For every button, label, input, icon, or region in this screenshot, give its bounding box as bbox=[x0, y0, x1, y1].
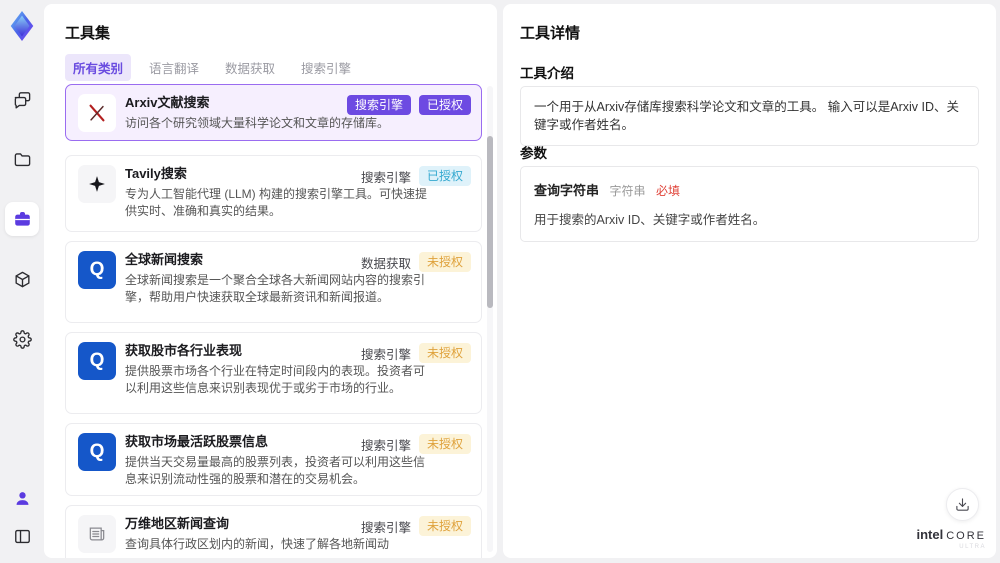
params-heading: 参数 bbox=[520, 146, 547, 161]
tool-description: 全球新闻搜索是一个聚合全球各大新闻网站内容的搜索引擎，帮助用户快速获取全球最新资… bbox=[125, 273, 426, 304]
app-logo-icon bbox=[10, 10, 34, 42]
collapse-panel-button[interactable] bbox=[13, 527, 32, 551]
param-row: 查询字符串 字符串 必填 用于搜索的Arxiv ID、关键字或作者姓名。 bbox=[534, 180, 965, 228]
scrollbar-thumb[interactable] bbox=[487, 136, 493, 308]
auth-status-badge: 未授权 bbox=[418, 343, 471, 363]
param-type: 字符串 bbox=[609, 184, 646, 198]
tool-card-regional-news[interactable]: 万维地区新闻查询 查询具体行政区划内的新闻，快速了解各地新闻动 搜索引擎 未授权 bbox=[65, 505, 482, 558]
left-rail bbox=[0, 0, 44, 563]
param-box: 查询字符串 字符串 必填 用于搜索的Arxiv ID、关键字或作者姓名。 bbox=[520, 166, 979, 242]
page-title: 工具集 bbox=[65, 25, 111, 42]
category-label: 搜索引擎 bbox=[360, 520, 411, 535]
category-label: 搜索引擎 bbox=[360, 347, 411, 362]
param-name: 查询字符串 bbox=[534, 183, 600, 198]
tool-detail-panel: 工具详情 工具介绍 一个用于从Arxiv存储库搜索科学论文和文章的工具。 输入可… bbox=[503, 4, 996, 558]
sidebar-item-packages[interactable] bbox=[5, 262, 39, 296]
q-app-icon: Q bbox=[78, 251, 116, 289]
core-brand-text: CORE bbox=[946, 530, 986, 542]
q-app-icon: Q bbox=[78, 433, 116, 471]
category-label: 数据获取 bbox=[360, 256, 411, 271]
detail-title: 工具详情 bbox=[520, 25, 581, 42]
category-tabs: 所有类别 语言翻译 数据获取 搜索引擎 bbox=[65, 54, 359, 81]
tab-language-translation[interactable]: 语言翻译 bbox=[141, 54, 207, 81]
q-app-icon: Q bbox=[78, 342, 116, 380]
tool-list: Arxiv文献搜索 访问各个研究领域大量科学论文和文章的存储库。 搜索引擎 已授… bbox=[65, 84, 482, 558]
tool-description: 提供股票市场各个行业在特定时间段内的表现。投资者可以利用这些信息来识别表现优于或… bbox=[125, 364, 426, 395]
tool-card-sector-performance[interactable]: Q 获取股市各行业表现 提供股票市场各个行业在特定时间段内的表现。投资者可以利用… bbox=[65, 332, 482, 414]
folder-icon bbox=[14, 152, 30, 166]
user-icon bbox=[16, 492, 28, 505]
sidebar-item-chat[interactable] bbox=[5, 82, 39, 116]
tool-description: 查询具体行政区划内的新闻，快速了解各地新闻动 bbox=[125, 537, 390, 551]
tool-description: 访问各个研究领域大量科学论文和文章的存储库。 bbox=[125, 116, 390, 130]
download-icon bbox=[956, 498, 969, 511]
tab-data-fetch[interactable]: 数据获取 bbox=[217, 54, 283, 81]
intro-box: 一个用于从Arxiv存储库搜索科学论文和文章的工具。 输入可以是Arxiv ID… bbox=[520, 86, 979, 146]
tool-card-tavily[interactable]: Tavily搜索 专为人工智能代理 (LLM) 构建的搜索引擎工具。可快速提供实… bbox=[65, 155, 482, 232]
tool-description: 提供当天交易量最高的股票列表，投资者可以利用这些信息来识别流动性强的股票和潜在的… bbox=[125, 455, 426, 486]
chat-icon bbox=[14, 91, 30, 108]
tab-search-engine[interactable]: 搜索引擎 bbox=[293, 54, 359, 81]
param-required-flag: 必填 bbox=[655, 184, 680, 198]
auth-status-badge: 未授权 bbox=[418, 252, 471, 272]
panel-icon bbox=[14, 529, 30, 544]
user-avatar-button[interactable] bbox=[13, 489, 32, 513]
download-button[interactable] bbox=[946, 488, 979, 521]
tool-card-arxiv[interactable]: Arxiv文献搜索 访问各个研究领域大量科学论文和文章的存储库。 搜索引擎 已授… bbox=[65, 84, 482, 141]
toolbox-icon bbox=[14, 211, 30, 226]
intro-text: 一个用于从Arxiv存储库搜索科学论文和文章的工具。 输入可以是Arxiv ID… bbox=[534, 100, 960, 132]
auth-status-badge: 未授权 bbox=[418, 516, 471, 536]
tool-card-global-news[interactable]: Q 全球新闻搜索 全球新闻搜索是一个聚合全球各大新闻网站内容的搜索引擎，帮助用户… bbox=[65, 241, 482, 323]
param-description: 用于搜索的Arxiv ID、关键字或作者姓名。 bbox=[534, 213, 766, 227]
intel-core-logo: intel CORE ULTRA bbox=[916, 528, 986, 550]
intel-brand-text: intel bbox=[916, 527, 944, 542]
tool-card-most-active-stocks[interactable]: Q 获取市场最活跃股票信息 提供当天交易量最高的股票列表，投资者可以利用这些信息… bbox=[65, 423, 482, 496]
sidebar-item-settings[interactable] bbox=[5, 322, 39, 356]
tool-description: 专为人工智能代理 (LLM) 构建的搜索引擎工具。可快速提供实时、准确和真实的结… bbox=[125, 187, 428, 218]
sidebar-item-files[interactable] bbox=[5, 142, 39, 176]
auth-status-badge: 未授权 bbox=[418, 434, 471, 454]
intro-heading: 工具介绍 bbox=[520, 66, 574, 81]
category-label: 搜索引擎 bbox=[360, 170, 411, 185]
category-badge: 搜索引擎 bbox=[346, 95, 411, 115]
auth-status-badge: 已授权 bbox=[418, 95, 471, 115]
auth-status-badge: 已授权 bbox=[418, 166, 471, 186]
settings-icon bbox=[12, 329, 32, 349]
tab-all-categories[interactable]: 所有类别 bbox=[65, 54, 132, 81]
category-label: 搜索引擎 bbox=[360, 438, 411, 453]
tools-panel: 工具集 所有类别 语言翻译 数据获取 搜索引擎 Arxiv文献搜索 访问各个研究… bbox=[44, 4, 497, 558]
ultra-brand-text: ULTRA bbox=[959, 544, 986, 550]
star-icon bbox=[78, 165, 116, 203]
list-scrollbar[interactable] bbox=[487, 86, 493, 552]
sidebar-item-tools[interactable] bbox=[5, 202, 39, 236]
newspaper-icon bbox=[78, 515, 116, 553]
arxiv-icon bbox=[78, 94, 116, 132]
package-icon bbox=[14, 271, 30, 287]
